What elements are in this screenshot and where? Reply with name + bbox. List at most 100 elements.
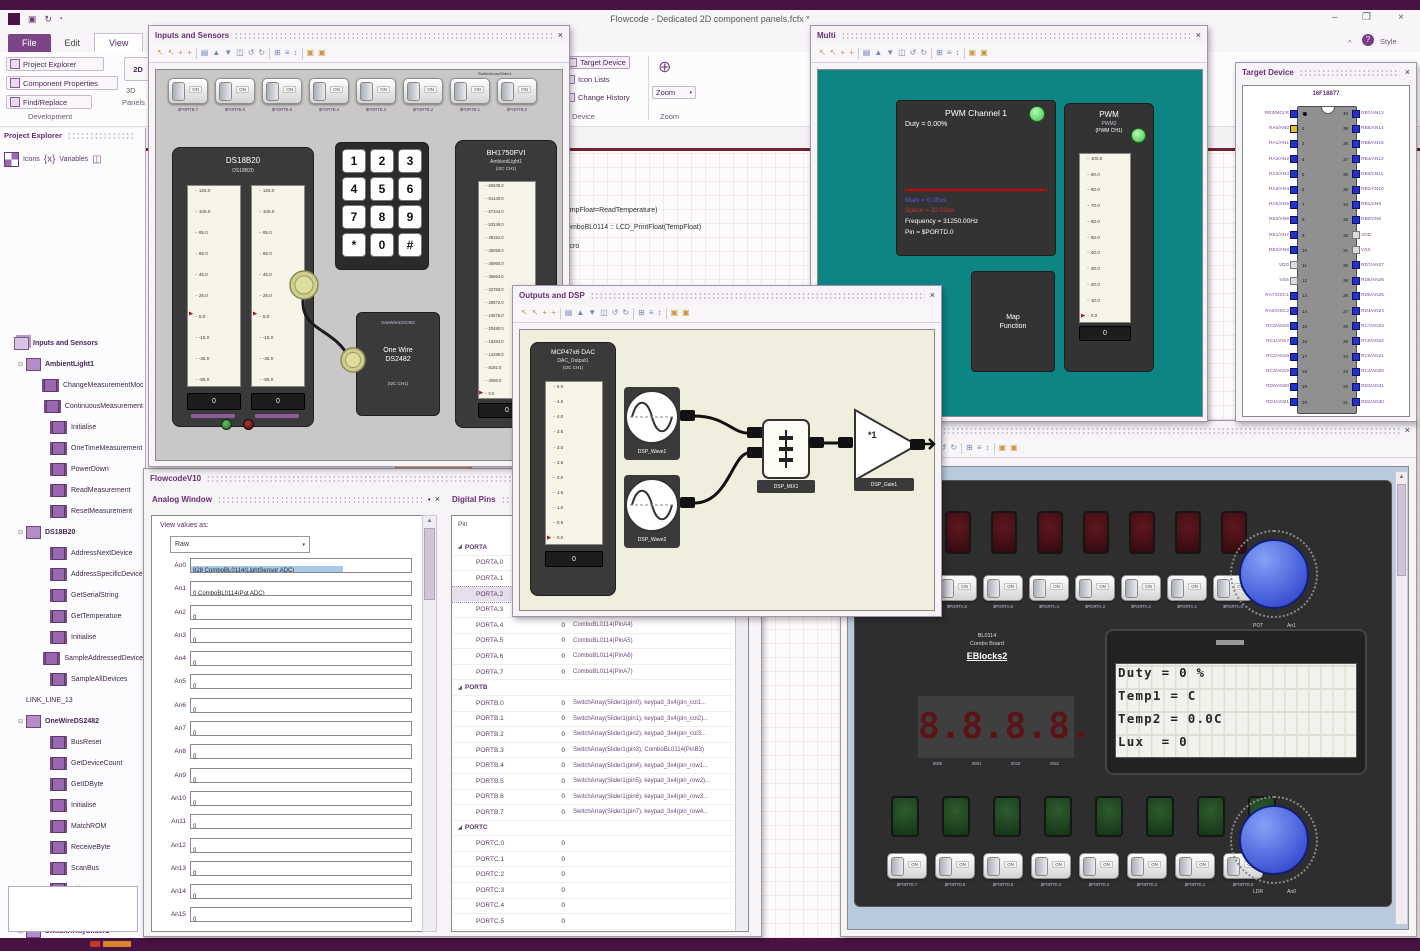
pin-right-pad[interactable] bbox=[1352, 307, 1360, 316]
variables-label[interactable]: Variables bbox=[59, 156, 88, 163]
tree-item[interactable]: ReceiveByte bbox=[2, 837, 143, 858]
analog-value-input[interactable]: 0 bbox=[190, 674, 412, 690]
analog-value-input[interactable]: 0 bbox=[190, 627, 412, 643]
pin-left-label[interactable]: RA0/AN0 bbox=[1245, 126, 1289, 131]
pin-left-label[interactable]: RA1/AN1 bbox=[1245, 141, 1289, 146]
tree-item[interactable]: PowerDown bbox=[2, 459, 143, 480]
pin-left-label[interactable]: RA4/AN4 bbox=[1245, 187, 1289, 192]
pin-left-label[interactable]: RA7/OSC1 bbox=[1245, 293, 1289, 298]
help-icon[interactable]: ? bbox=[1362, 34, 1374, 46]
analog-value-input[interactable]: 0 bbox=[190, 790, 412, 806]
digital-pin-row[interactable]: PORTA.6 0 ComboBL0114(PinA6) bbox=[452, 649, 734, 665]
pin-left-pad[interactable] bbox=[1290, 261, 1298, 270]
pin-left-pad[interactable] bbox=[1290, 109, 1298, 118]
toolbar-icon[interactable]: + bbox=[840, 49, 845, 57]
analog-value-input[interactable]: 0 bbox=[190, 907, 412, 923]
pin-right-pad[interactable] bbox=[1352, 231, 1360, 240]
toolbar-icon[interactable]: ▣ bbox=[999, 444, 1007, 452]
pin-left-label[interactable]: RA5/AN5 bbox=[1245, 202, 1289, 207]
toolbar-icon[interactable]: ⊞ bbox=[638, 309, 645, 317]
analog-window-titlebar[interactable]: Analog Window • × bbox=[149, 491, 443, 507]
tree-item[interactable]: SampleAllDevices bbox=[2, 669, 143, 690]
digital-pin-row[interactable]: PORTB.4 0 SwitchArray(Slider1(pin4), key… bbox=[452, 758, 734, 774]
pin-right-label[interactable]: RD4/AN24 bbox=[1361, 309, 1407, 314]
toolbar-icon[interactable]: ↺ bbox=[248, 49, 255, 57]
toolbar-icon[interactable]: ↕ bbox=[294, 49, 298, 57]
digital-pin-row[interactable]: PORTA.4 0 ComboBL0114(PinA4) bbox=[452, 618, 734, 634]
toolbar-icon[interactable]: ↕ bbox=[986, 444, 990, 452]
pin-left-pad[interactable] bbox=[1290, 291, 1298, 300]
toolbar-icon[interactable]: ▣ bbox=[1010, 444, 1018, 452]
pin-left-label[interactable]: RE0/AN6 bbox=[1245, 217, 1289, 222]
toolbar-icon[interactable]: ▣ bbox=[307, 49, 315, 57]
toolbar-icon[interactable]: ≡ bbox=[947, 49, 952, 57]
digital-pin-row[interactable]: PORTA.7 0 ComboBL0114(PinA7) bbox=[452, 665, 734, 681]
close-icon[interactable]: × bbox=[930, 290, 935, 300]
digital-pin-row[interactable]: PORTB.1 0 SwitchArray(Slider1(pin1), key… bbox=[452, 712, 734, 728]
change-history-toggle[interactable]: Change History bbox=[566, 93, 630, 102]
analog-value-input[interactable]: 828 ComboBL0114(LightSensor ADC) bbox=[190, 558, 412, 573]
tree-item[interactable]: ScanBus bbox=[2, 858, 143, 879]
tree-item[interactable]: ChangeMeasurementMode bbox=[2, 375, 143, 396]
pin-right-pad[interactable] bbox=[1352, 382, 1360, 391]
pin-right-label[interactable]: RD5/AN25 bbox=[1361, 293, 1407, 298]
pin-left-label[interactable]: RC2/AN18 bbox=[1245, 354, 1289, 359]
toolbar-icon[interactable] bbox=[301, 47, 303, 59]
close-icon[interactable]: × bbox=[1196, 30, 1201, 40]
pin-left-pad[interactable] bbox=[1290, 246, 1298, 255]
outputs-titlebar[interactable]: Outputs and DSP × bbox=[513, 286, 941, 304]
tree-expander-icon[interactable]: ⊟ bbox=[18, 361, 26, 368]
pin-right-pad[interactable] bbox=[1352, 352, 1360, 361]
digital-pin-row[interactable]: PORTB.5 0 SwitchArray(Slider1(pin5), key… bbox=[452, 774, 734, 790]
pin-left-pad[interactable] bbox=[1290, 322, 1298, 331]
toolbar-icon[interactable] bbox=[931, 47, 933, 59]
pin-right-pad[interactable] bbox=[1352, 246, 1360, 255]
pin-left-label[interactable]: RA3/AN3 bbox=[1245, 172, 1289, 177]
digital-pin-row[interactable]: PORTB.0 0 SwitchArray(Slider1(pin0), key… bbox=[452, 696, 734, 712]
close-icon[interactable]: × bbox=[435, 494, 440, 504]
pot-knob[interactable] bbox=[1239, 539, 1309, 609]
toggle-switch[interactable]: ON bbox=[1079, 853, 1119, 879]
toggle-switch[interactable]: ON bbox=[887, 853, 927, 879]
component-properties-button[interactable]: Component Properties bbox=[6, 76, 118, 90]
tab-file[interactable]: File bbox=[8, 34, 51, 52]
digital-pin-row[interactable]: PORTB.7 0 SwitchArray(Slider1(pin7), key… bbox=[452, 805, 734, 821]
digital-pin-row[interactable]: PORTC.5 0 bbox=[452, 914, 734, 930]
digital-pin-row[interactable]: PORTB.6 0 SwitchArray(Slider1(pin6), key… bbox=[452, 790, 734, 806]
toolbar-icon[interactable] bbox=[963, 47, 965, 59]
target-titlebar[interactable]: Target Device × bbox=[1236, 63, 1416, 81]
pin-right-pad[interactable] bbox=[1352, 109, 1360, 118]
toggle-switch[interactable]: ON bbox=[937, 575, 977, 601]
analog-value-input[interactable]: 0 bbox=[190, 837, 412, 853]
pwm-slider-block[interactable]: PWM PWM2 (PWM CH1) 100.090.080.070.060.0… bbox=[1064, 103, 1154, 372]
project-explorer-button[interactable]: Project Explorer bbox=[6, 57, 104, 71]
toolbar-icon[interactable]: ↖ bbox=[532, 309, 539, 317]
pin-left-pad[interactable] bbox=[1290, 307, 1298, 316]
pin-right-pad[interactable] bbox=[1352, 398, 1360, 407]
pin-right-pad[interactable] bbox=[1352, 155, 1360, 164]
tree-item[interactable]: Initialise bbox=[2, 627, 143, 648]
tree-item[interactable]: LINK_LINE_13 bbox=[2, 690, 143, 711]
pin-right-pad[interactable] bbox=[1352, 337, 1360, 346]
pwm-slider-track[interactable]: 100.0 90.0 80.0 70.0 60.0 50.0 40.0 30.0 20.0 10.… bbox=[1079, 153, 1131, 323]
pin-right-label[interactable]: RC7/AN23 bbox=[1361, 324, 1407, 329]
pin-right-pad[interactable] bbox=[1352, 367, 1360, 376]
wave1-label[interactable]: DSP_Wave1 bbox=[624, 445, 680, 458]
pin-left-pad[interactable] bbox=[1290, 185, 1298, 194]
tab-edit[interactable]: Edit bbox=[51, 34, 95, 52]
digital-pin-row[interactable]: PORTC.3 0 bbox=[452, 883, 734, 899]
digital-pin-row[interactable]: PORTC.2 0 bbox=[452, 867, 734, 884]
toolbar-icon[interactable]: ⊞ bbox=[936, 49, 943, 57]
toolbar-icon[interactable]: ▣ bbox=[980, 49, 988, 57]
toggle-switch[interactable]: ON bbox=[1075, 575, 1115, 601]
tree-item[interactable]: Initialise bbox=[2, 795, 143, 816]
pin-left-pad[interactable] bbox=[1290, 155, 1298, 164]
pin-right-label[interactable]: RD3/AN31 bbox=[1361, 384, 1407, 389]
icons-view-label[interactable]: Icons bbox=[23, 156, 40, 163]
toolbar-icon[interactable]: + bbox=[187, 49, 192, 57]
toolbar-icon[interactable]: ▣ bbox=[671, 309, 679, 317]
pin-left-label[interactable]: RE1/AN7 bbox=[1245, 233, 1289, 238]
tab-view[interactable]: View bbox=[94, 33, 144, 52]
toggle-switch[interactable]: ON bbox=[935, 853, 975, 879]
pin-right-label[interactable]: RC4/AN20 bbox=[1361, 369, 1407, 374]
